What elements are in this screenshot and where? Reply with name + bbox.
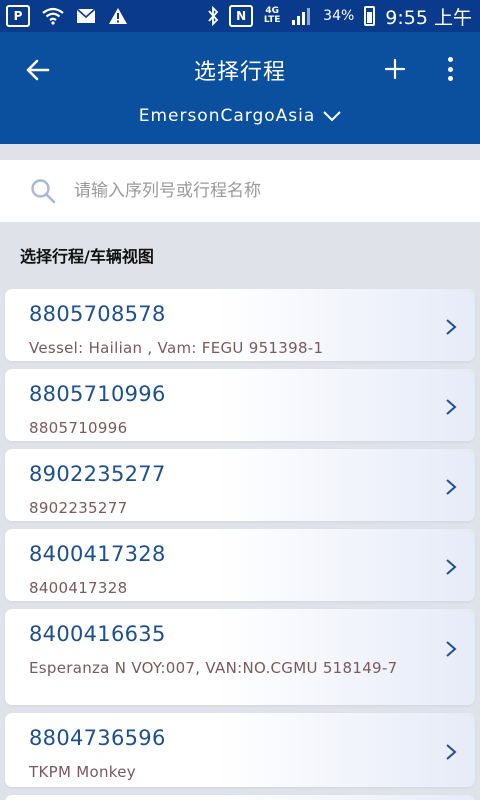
trip-serial-number: 8400416635	[29, 622, 166, 646]
trip-serial-number: 8805710996	[29, 382, 166, 406]
search-icon	[31, 179, 56, 204]
trip-serial-number: 8902235277	[29, 462, 166, 486]
bluetooth-icon	[208, 6, 219, 26]
chevron-right-icon	[446, 744, 457, 760]
wifi-icon	[42, 7, 64, 25]
add-trip-button[interactable]	[380, 54, 410, 84]
trip-description: Vessel: Hailian , Vam: FEGU 951398-1	[29, 339, 324, 357]
battery-icon	[364, 6, 376, 26]
trip-description: 8805710996	[29, 419, 128, 437]
chevron-right-icon	[446, 319, 457, 335]
trip-list-item[interactable]: 8400416635 Esperanza N VOY:007, VAN:NO.C…	[5, 609, 475, 705]
trip-list-item[interactable]: 8902235277 8902235277	[5, 449, 475, 521]
trip-description: TKPM Monkey	[29, 763, 136, 781]
trip-list-item[interactable]: 8805708578 Vessel: Hailian , Vam: FEGU 9…	[5, 289, 475, 361]
search-bar	[0, 160, 480, 222]
app-notification-icon: P	[6, 5, 30, 27]
chevron-down-icon	[323, 111, 342, 122]
trip-description: Esperanza N VOY:007, VAN:NO.CGMU 518149-…	[29, 659, 398, 677]
trip-serial-number: 8400417328	[29, 542, 166, 566]
clock: 9:55 上午	[385, 6, 472, 29]
organization-name: EmersonCargoAsia	[138, 106, 316, 126]
trip-serial-number: 8805708578	[29, 302, 166, 326]
chevron-right-icon	[446, 559, 457, 575]
trip-description: 8400417328	[29, 579, 128, 597]
trip-list-item[interactable]: 8400417328 8400417328	[5, 529, 475, 601]
organization-selector[interactable]: EmersonCargoAsia	[0, 106, 480, 126]
network-type-label: 4G LTE	[263, 6, 281, 25]
trip-list-item-partial[interactable]	[5, 795, 475, 800]
chevron-right-icon	[446, 399, 457, 415]
chevron-right-icon	[446, 641, 457, 657]
signal-icon	[292, 8, 311, 25]
trip-serial-number: 8804736596	[29, 726, 166, 750]
warning-icon	[109, 8, 127, 24]
nfc-icon: N	[229, 5, 254, 27]
trip-list-item[interactable]: 8805710996 8805710996	[5, 369, 475, 441]
trip-list-item[interactable]: 8804736596 TKPM Monkey	[5, 713, 475, 787]
status-bar: P N 4G LTE 34% 9:55 上午	[0, 0, 480, 32]
app-header: 选择行程 EmersonCargoAsia	[0, 32, 480, 144]
trip-description: 8902235277	[29, 499, 128, 517]
mail-icon	[76, 8, 96, 23]
chevron-right-icon	[446, 479, 457, 495]
section-heading: 选择行程/车辆视图	[20, 247, 154, 266]
battery-percent: 34%	[323, 8, 355, 24]
search-input[interactable]	[74, 174, 454, 208]
more-options-icon[interactable]	[438, 54, 462, 84]
